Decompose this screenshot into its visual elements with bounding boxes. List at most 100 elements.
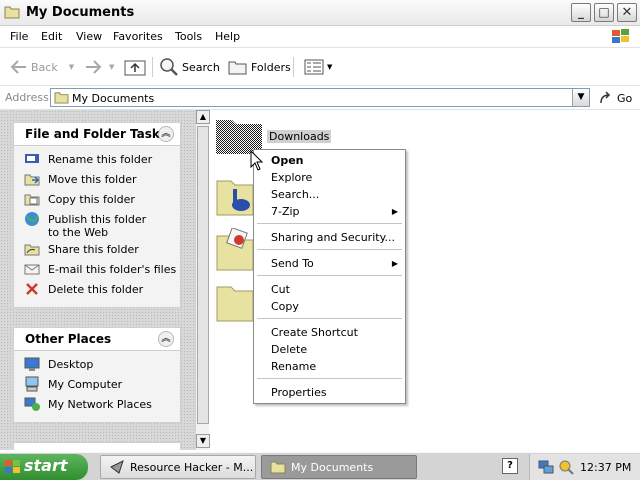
panel-title: File and Folder Tasks — [25, 127, 168, 141]
task-pane-scrollbar[interactable]: ▲ ▼ — [195, 110, 210, 450]
panel-header[interactable]: File and Folder Tasks ︽ — [13, 122, 181, 145]
forward-button[interactable]: ▼ — [84, 56, 114, 78]
menu-search[interactable]: Search... — [271, 188, 319, 201]
windows-logo-icon — [612, 29, 629, 43]
submenu-arrow-icon: ▶ — [391, 259, 398, 268]
forward-dropdown-icon[interactable]: ▼ — [109, 63, 114, 71]
minimize-button[interactable]: _ — [571, 3, 591, 22]
folders-icon — [228, 61, 247, 75]
menu-rename[interactable]: Rename — [271, 360, 316, 373]
address-input[interactable]: My Documents ▼ — [50, 88, 590, 107]
search-tray-icon[interactable] — [558, 459, 574, 475]
share-folder-icon — [24, 244, 40, 256]
menu-edit[interactable]: Edit — [41, 30, 62, 43]
menu-copy[interactable]: Copy — [271, 300, 299, 313]
details-panel — [13, 442, 181, 450]
task-share-folder[interactable]: Share this folder — [24, 241, 180, 261]
menu-tools[interactable]: Tools — [175, 30, 202, 43]
menu-file[interactable]: File — [10, 30, 28, 43]
menu-cut[interactable]: Cut — [271, 283, 290, 296]
address-dropdown-button[interactable]: ▼ — [572, 89, 589, 106]
move-folder-icon — [24, 174, 40, 186]
maximize-button[interactable]: □ — [594, 3, 614, 22]
other-places-panel: Other Places ︽ Desktop My Computer My Ne… — [13, 327, 181, 423]
task-email-files[interactable]: E-mail this folder's files — [24, 261, 180, 281]
panel-header[interactable]: Other Places ︽ — [13, 327, 181, 350]
rename-icon — [25, 154, 39, 163]
menu-bar: File Edit View Favorites Tools Help — [0, 26, 640, 48]
computer-icon — [25, 376, 39, 392]
submenu-arrow-icon: ▶ — [391, 207, 398, 216]
task-copy-folder[interactable]: Copy this folder — [24, 191, 180, 211]
desktop-icon — [24, 357, 40, 371]
folder-icon[interactable] — [215, 283, 255, 323]
place-desktop[interactable]: Desktop — [24, 356, 180, 376]
context-menu: Open Explore Search... 7-Zip ▶ Sharing a… — [253, 149, 406, 404]
views-icon — [304, 59, 324, 75]
up-folder-button[interactable] — [124, 56, 146, 78]
back-button[interactable]: Back ▼ — [10, 56, 74, 78]
menu-7zip[interactable]: 7-Zip — [271, 205, 300, 218]
go-label: Go — [617, 91, 633, 105]
task-publish-folder[interactable]: Publish this folder to the Web — [24, 211, 180, 241]
menu-delete[interactable]: Delete — [271, 343, 307, 356]
globe-icon — [25, 212, 39, 226]
folders-label: Folders — [251, 60, 291, 74]
start-label: start — [24, 456, 68, 475]
scroll-thumb[interactable] — [197, 126, 209, 424]
resource-hacker-icon — [110, 460, 124, 474]
place-my-computer[interactable]: My Computer — [24, 376, 180, 396]
go-arrow-icon — [600, 91, 611, 104]
windows-flag-icon — [5, 460, 20, 473]
email-icon — [24, 264, 40, 275]
place-network[interactable]: My Network Places — [24, 396, 180, 416]
pictures-folder-icon[interactable] — [215, 228, 255, 272]
views-button[interactable]: ▼ — [304, 56, 332, 78]
folder-icon — [270, 461, 286, 474]
back-dropdown-icon[interactable]: ▼ — [69, 63, 74, 71]
delete-x-icon — [26, 283, 38, 295]
menu-sharing[interactable]: Sharing and Security... — [271, 231, 395, 244]
menu-help[interactable]: Help — [215, 30, 240, 43]
folders-button[interactable]: Folders — [228, 56, 291, 78]
views-dropdown-icon: ▼ — [327, 63, 333, 71]
taskbar-item-my-documents[interactable]: My Documents — [261, 455, 417, 479]
menu-explore[interactable]: Explore — [271, 171, 312, 184]
collapse-icon[interactable]: ︽ — [158, 126, 174, 142]
task-move-folder[interactable]: Move this folder — [24, 171, 180, 191]
panel-title: Other Places — [25, 332, 112, 346]
address-bar: Address My Documents ▼ Go — [0, 86, 640, 110]
network-places-icon — [24, 397, 40, 411]
start-button[interactable]: start — [0, 454, 88, 480]
task-rename-folder[interactable]: Rename this folder — [24, 151, 180, 171]
folder-icon — [4, 6, 20, 19]
menu-open[interactable]: Open — [271, 154, 304, 167]
music-folder-icon[interactable] — [215, 175, 255, 217]
title-bar[interactable]: My Documents _ □ ✕ — [0, 0, 640, 26]
menu-view[interactable]: View — [76, 30, 102, 43]
task-delete-folder[interactable]: Delete this folder — [24, 281, 180, 301]
toolbar: Back ▼ ▼ Search Folders ▼ — [0, 48, 640, 86]
menu-favorites[interactable]: Favorites — [113, 30, 163, 43]
taskbar-item-resource-hacker[interactable]: Resource Hacker - M... — [100, 455, 256, 479]
task-pane: File and Folder Tasks ︽ Rename this fold… — [0, 110, 195, 450]
network-tray-icon[interactable] — [538, 459, 554, 475]
taskbar: start Resource Hacker - M... My Document… — [0, 452, 640, 480]
panel-header[interactable] — [13, 442, 181, 450]
collapse-icon[interactable]: ︽ — [158, 331, 174, 347]
menu-send-to[interactable]: Send To — [271, 257, 314, 270]
system-tray: 12:37 PM — [529, 454, 640, 480]
scroll-down-button[interactable]: ▼ — [196, 434, 210, 448]
mouse-cursor-icon — [250, 150, 264, 171]
back-arrow-icon — [10, 60, 26, 74]
menu-create-shortcut[interactable]: Create Shortcut — [271, 326, 358, 339]
downloads-folder-label[interactable]: Downloads — [267, 130, 332, 143]
help-icon[interactable]: ? — [502, 458, 518, 474]
menu-properties[interactable]: Properties — [271, 386, 327, 399]
copy-folder-icon — [24, 194, 40, 206]
window-title: My Documents — [26, 5, 135, 20]
close-button[interactable]: ✕ — [617, 3, 637, 22]
scroll-up-button[interactable]: ▲ — [196, 110, 210, 124]
go-button[interactable]: Go — [598, 90, 632, 106]
search-button[interactable]: Search — [159, 56, 220, 78]
